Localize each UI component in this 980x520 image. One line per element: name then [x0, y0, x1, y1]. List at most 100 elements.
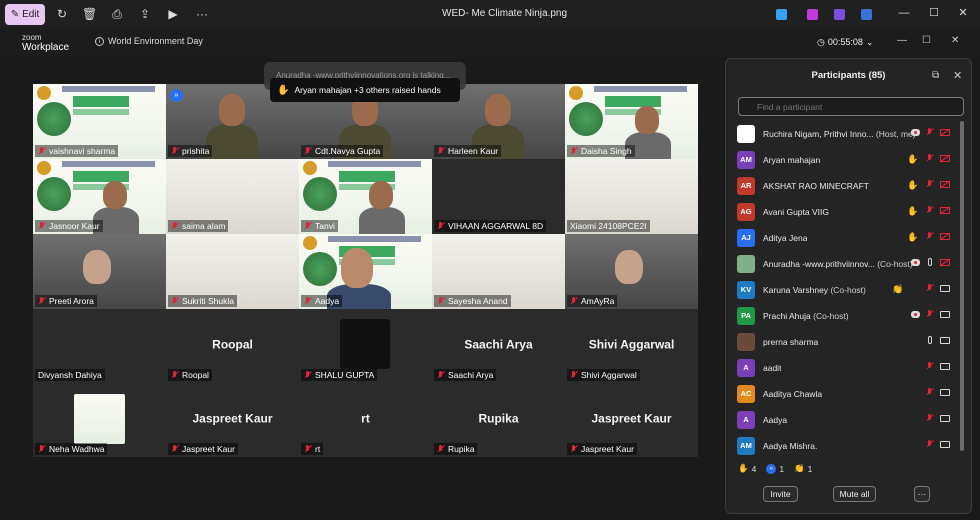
slideshow-icon[interactable]: ▶ — [166, 7, 180, 21]
school-logo-icon — [36, 86, 51, 100]
participant-row[interactable]: Ruchira Nigam, Prithvi Inno... (Host, me… — [726, 121, 962, 147]
participant-search-input[interactable] — [738, 97, 964, 116]
video-tile[interactable]: Divyansh Dahiya — [33, 309, 166, 383]
mic-off-icon[interactable] — [925, 154, 935, 164]
video-tile[interactable]: Shivi Aggarwal Shivi Aggarwal — [565, 309, 698, 383]
camera-off-icon[interactable] — [940, 206, 950, 216]
camera-off-icon[interactable] — [940, 154, 950, 164]
mic-off-icon[interactable] — [925, 206, 935, 216]
video-tile[interactable]: Rupika Rupika — [432, 383, 565, 457]
more-icon[interactable]: ··· — [195, 7, 209, 21]
mic-on-icon[interactable] — [925, 258, 935, 268]
mic-off-icon[interactable] — [925, 128, 935, 138]
participant-row[interactable]: Aaadit — [726, 355, 962, 381]
participant-row[interactable]: AJ Aditya Jena ✋ — [726, 225, 962, 251]
meeting-name: World Environment Day — [108, 36, 203, 46]
tile-name: SHALU GUPTA — [315, 370, 375, 380]
zoom-close-icon[interactable]: ✕ — [951, 35, 959, 46]
camera-on-icon[interactable] — [940, 362, 950, 372]
designer-icon[interactable] — [834, 9, 845, 20]
camera-off-icon[interactable] — [940, 180, 950, 190]
video-tile[interactable]: vaishnavi sharma — [33, 84, 166, 159]
raised-hands-notification[interactable]: ✋ Aryan mahajan +3 others raised hands — [270, 78, 460, 102]
mic-off-icon[interactable] — [925, 414, 935, 424]
invite-button[interactable]: Invite — [763, 486, 798, 502]
onedrive-icon[interactable] — [861, 9, 872, 20]
mic-off-icon[interactable] — [925, 388, 935, 398]
print-icon[interactable]: ⎙ — [110, 7, 124, 21]
participant-row[interactable]: AM Aadya Mishra. — [726, 433, 962, 459]
camera-on-icon[interactable] — [940, 310, 950, 320]
video-tile[interactable]: SHALU GUPTA — [299, 309, 432, 383]
video-tile[interactable]: Saachi Arya Saachi Arya — [432, 309, 565, 383]
meeting-info[interactable]: i World Environment Day — [95, 36, 203, 46]
mic-off-icon[interactable] — [925, 180, 935, 190]
mic-off-icon[interactable] — [925, 232, 935, 242]
video-tile[interactable]: Tanvi — [299, 159, 432, 234]
camera-on-icon[interactable] — [940, 336, 950, 346]
video-tile[interactable]: VIHAAN AGGARWAL 8D — [432, 159, 565, 234]
rotate-icon[interactable]: ↻ — [55, 7, 69, 21]
video-tile[interactable]: rt rt — [299, 383, 432, 457]
participant-row[interactable]: PA Prachi Ahuja (Co-host) — [726, 303, 962, 329]
participant-row[interactable]: AC Aaditya Chawla — [726, 381, 962, 407]
mute-all-button[interactable]: Mute all — [833, 486, 876, 502]
zoom-maximize-icon[interactable]: ☐ — [922, 35, 931, 46]
participant-row[interactable]: A Aadya — [726, 407, 962, 433]
video-tile[interactable]: Neha Wadhwa — [33, 383, 166, 457]
mic-off-icon — [304, 222, 312, 230]
edit-button[interactable]: ✎ Edit — [5, 4, 45, 25]
zoom-minimize-icon[interactable]: — — [897, 35, 907, 46]
mic-off-icon[interactable] — [925, 310, 935, 320]
participant-list-scrollbar[interactable] — [960, 121, 964, 451]
participant-row[interactable]: KV Karuna Varshney (Co-host) 👏 — [726, 277, 962, 303]
video-tile[interactable]: Daisha Singh — [565, 84, 698, 159]
video-tile[interactable]: Xiaomi 24108PCE2I — [565, 159, 698, 234]
participant-row[interactable]: AG Avani Gupta VIIG ✋ — [726, 199, 962, 225]
video-tile[interactable]: AmAyRa — [565, 234, 698, 309]
video-tile[interactable]: Jaspreet Kaur Jaspreet Kaur — [565, 383, 698, 457]
video-tile[interactable]: Jaspreet Kaur Jaspreet Kaur — [166, 383, 299, 457]
share-icon[interactable]: ⇪ — [138, 7, 152, 21]
tile-name: rt — [315, 444, 321, 454]
video-tile[interactable]: Preeti Arora — [33, 234, 166, 309]
close-icon[interactable]: ✕ — [955, 5, 971, 21]
camera-on-icon[interactable] — [940, 284, 950, 294]
camera-on-icon[interactable] — [940, 414, 950, 424]
panel-close-icon[interactable]: ✕ — [953, 69, 962, 82]
mic-off-icon — [171, 445, 179, 453]
participant-row[interactable]: prerna sharma — [726, 329, 962, 355]
mic-on-icon[interactable] — [925, 336, 935, 346]
video-tile[interactable]: Sayesha Anand — [432, 234, 565, 309]
more-options-button[interactable]: ··· — [914, 486, 930, 502]
minimize-icon[interactable]: — — [896, 5, 912, 21]
video-tile[interactable]: Roopal Roopal — [166, 309, 299, 383]
delete-icon[interactable]: 🗑 — [82, 7, 97, 21]
video-tile[interactable]: Jasnoor Kaur — [33, 159, 166, 234]
meeting-timer[interactable]: ◷ 00:55:08 ⌄ — [817, 34, 873, 50]
name-label: Sayesha Anand — [434, 295, 511, 307]
mic-off-icon[interactable] — [925, 440, 935, 450]
participant-row[interactable]: AM Aryan mahajan ✋ — [726, 147, 962, 173]
participant-name: AKSHAT RAO MINECRAFT — [763, 181, 869, 191]
camera-on-icon[interactable] — [940, 388, 950, 398]
camera-off-icon[interactable] — [940, 258, 950, 268]
camera-off-icon[interactable] — [940, 232, 950, 242]
name-label: Xiaomi 24108PCE2I — [567, 220, 650, 232]
video-tile[interactable]: Aadya — [299, 234, 432, 309]
camera-on-icon[interactable] — [940, 440, 950, 450]
edit-icon: ✎ — [10, 9, 20, 20]
maximize-icon[interactable]: ☐ — [926, 5, 942, 21]
participant-row[interactable]: AR AKSHAT RAO MINECRAFT ✋ — [726, 173, 962, 199]
mic-off-icon[interactable] — [925, 362, 935, 372]
clipchamp-icon[interactable] — [807, 9, 818, 20]
editor-app-icon[interactable] — [776, 9, 787, 20]
mic-off-icon[interactable] — [925, 284, 935, 294]
participant-row[interactable]: Anuradha -www.prithviinnov... (Co-host) — [726, 251, 962, 277]
tile-name: AmAyRa — [581, 296, 615, 306]
video-tile[interactable]: Sukriti Shukla — [166, 234, 299, 309]
raised-hand-icon: ✋ — [907, 232, 919, 242]
camera-off-icon[interactable] — [940, 128, 950, 138]
popout-icon[interactable]: ⧉ — [932, 70, 939, 81]
video-tile[interactable]: saima alam — [166, 159, 299, 234]
